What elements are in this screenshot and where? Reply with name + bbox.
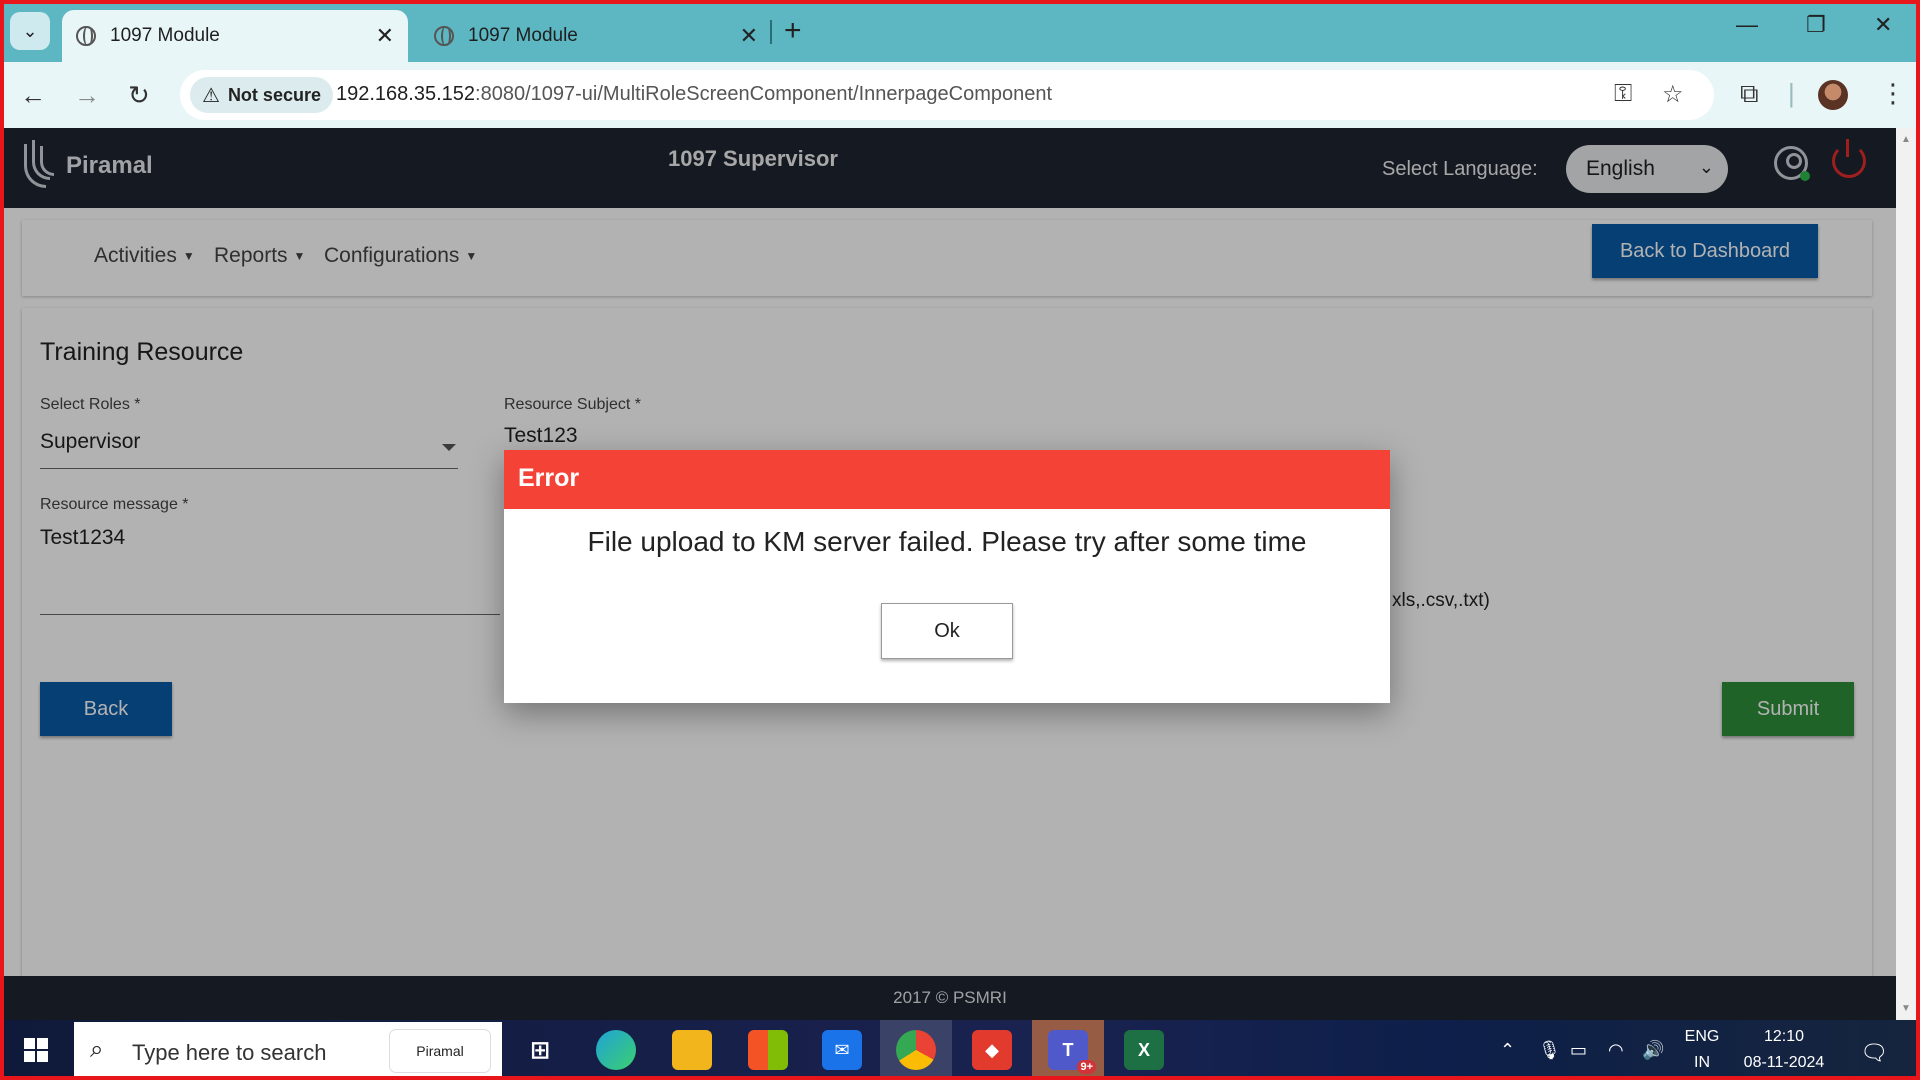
new-tab-button[interactable]: + (784, 14, 802, 48)
globe-icon (434, 26, 454, 46)
edge-icon[interactable] (596, 1030, 636, 1070)
microsoft-store-icon[interactable] (748, 1030, 788, 1070)
battery-icon[interactable]: ▭ (1570, 1040, 1587, 1061)
tab-title: 1097 Module (110, 25, 220, 46)
globe-icon (76, 26, 96, 46)
tab-title: 1097 Module (468, 25, 578, 46)
more-menu-icon[interactable]: ⋮ (1880, 78, 1906, 109)
input-language-top[interactable]: ENG (1682, 1028, 1722, 1046)
clock-time[interactable]: 12:10 (1734, 1028, 1834, 1046)
restore-icon[interactable]: ❐ (1806, 12, 1826, 38)
dialog-title: Error (504, 450, 1390, 509)
security-chip[interactable]: ⚠ Not secure (190, 77, 333, 113)
teams-icon[interactable]: T 9+ (1048, 1030, 1096, 1074)
file-explorer-icon[interactable] (672, 1030, 712, 1070)
browser-tab-active[interactable]: 1097 Module ✕ (62, 10, 408, 62)
browser-tab-inactive[interactable]: 1097 Module ✕ (420, 10, 772, 62)
wifi-icon[interactable]: ◠ (1608, 1040, 1624, 1061)
taskbar-search[interactable]: ⌕ Type here to search Piramal (74, 1022, 502, 1078)
mail-icon[interactable]: ✉ (822, 1030, 862, 1070)
tab-separator (770, 20, 772, 44)
back-arrow-icon[interactable]: ← (20, 80, 46, 111)
browser-tab-bar: ⌄ 1097 Module ✕ 1097 Module ✕ + — ❐ ✕ (0, 0, 1920, 62)
clock-date[interactable]: 08-11-2024 (1734, 1054, 1834, 1072)
close-tab-icon[interactable]: ✕ (740, 23, 758, 49)
chrome-icon[interactable] (896, 1030, 936, 1070)
toolbar-divider: | (1788, 78, 1795, 108)
reload-icon[interactable]: ↻ (128, 80, 150, 111)
security-label: Not secure (227, 84, 321, 105)
search-icon: ⌕ (90, 1036, 104, 1063)
task-view-icon[interactable]: ⊞ (520, 1030, 560, 1070)
tray-overflow-icon[interactable]: ⌃ (1500, 1040, 1515, 1061)
scroll-down-icon[interactable]: ▼ (1901, 1003, 1911, 1014)
search-widget-piramal[interactable]: Piramal (390, 1030, 490, 1072)
input-language-bottom[interactable]: IN (1682, 1054, 1722, 1072)
url-host: 192.168.35.152 (336, 83, 476, 105)
page-scrollbar[interactable]: ▲ ▼ (1896, 128, 1916, 1020)
extensions-icon[interactable]: ⧉ (1740, 78, 1759, 110)
address-bar[interactable]: ⚠ Not secure 192.168.35.152:8080/1097-ui… (180, 70, 1714, 120)
volume-icon[interactable]: 🔊 (1642, 1040, 1664, 1061)
anydesk-icon[interactable]: ◆ (972, 1030, 1012, 1070)
url-path: :8080/1097-ui/MultiRoleScreenComponent/I… (475, 83, 1053, 105)
close-window-icon[interactable]: ✕ (1874, 12, 1892, 38)
key-icon[interactable]: ⚿ (1614, 80, 1632, 108)
microphone-icon[interactable]: 🎙 (1538, 1040, 1561, 1061)
notifications-icon[interactable]: 🗨 (1860, 1040, 1888, 1066)
search-placeholder: Type here to search (132, 1040, 327, 1065)
minimize-icon[interactable]: — (1736, 12, 1758, 38)
dialog-message: File upload to KM server failed. Please … (587, 526, 1307, 557)
url-text[interactable]: 192.168.35.152:8080/1097-ui/MultiRoleScr… (336, 83, 1052, 106)
scroll-up-icon[interactable]: ▲ (1901, 134, 1911, 145)
windows-taskbar: ⌕ Type here to search Piramal ⊞ ✉ ◆ T 9+ … (0, 1020, 1920, 1080)
teams-badge: 9+ (1077, 1060, 1096, 1074)
close-tab-icon[interactable]: ✕ (376, 23, 394, 49)
forward-arrow-icon[interactable]: → (74, 80, 100, 111)
browser-toolbar: ← → ↻ ⚠ Not secure 192.168.35.152:8080/1… (0, 62, 1920, 128)
tab-search-button[interactable]: ⌄ (10, 12, 50, 50)
windows-start-icon[interactable] (24, 1038, 48, 1062)
warning-icon: ⚠ (202, 84, 220, 107)
excel-icon[interactable]: X (1124, 1030, 1164, 1070)
ok-button[interactable]: Ok (881, 603, 1013, 659)
profile-avatar[interactable] (1818, 80, 1848, 110)
star-icon[interactable]: ☆ (1662, 80, 1684, 109)
error-dialog: Error File upload to KM server failed. P… (504, 450, 1390, 703)
